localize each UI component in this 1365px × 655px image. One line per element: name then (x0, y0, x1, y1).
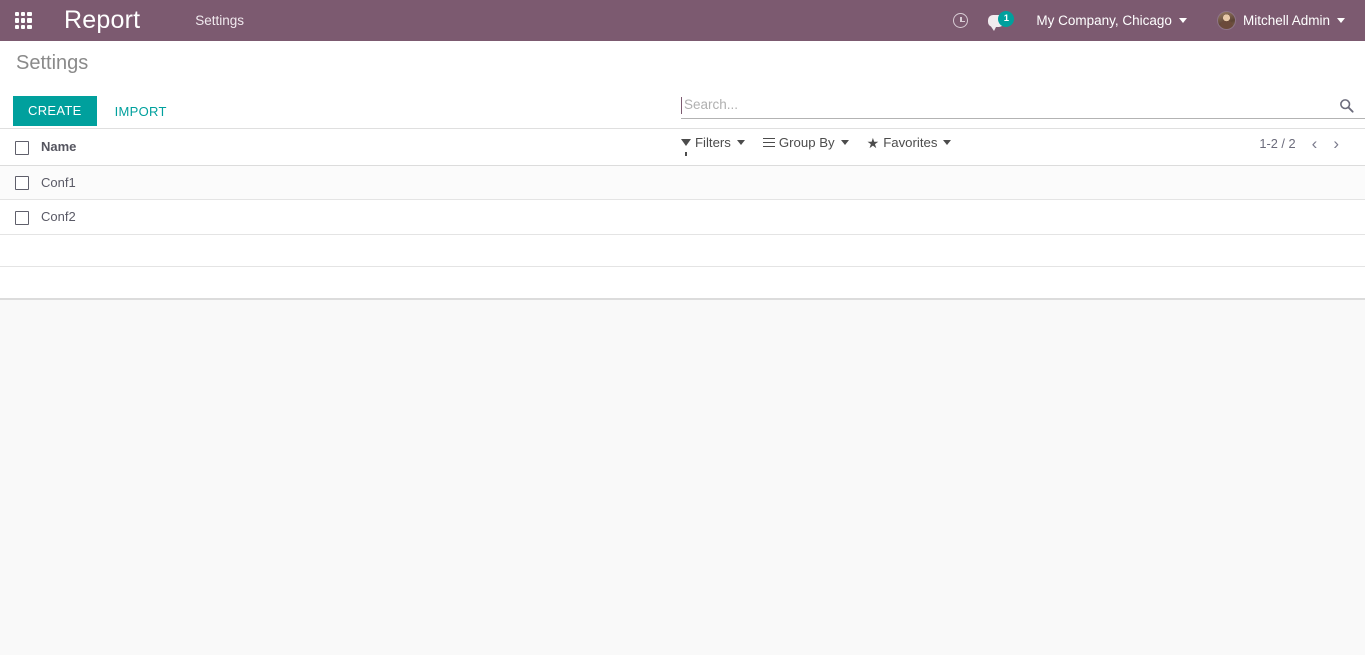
filters-label: Filters (695, 135, 731, 150)
row-select-cell (0, 199, 41, 235)
import-button[interactable]: IMPORT (109, 97, 173, 126)
navbar-right-group: 1 My Company, Chicago Mitchell Admin (943, 0, 1365, 41)
table-body: Conf1 Conf2 (0, 165, 1365, 299)
records-table: Name Conf1 Conf2 (0, 129, 1365, 299)
footer-cell (0, 266, 41, 299)
row-checkbox[interactable] (15, 210, 29, 225)
row-select-cell (0, 165, 41, 201)
chevron-down-icon (736, 140, 745, 145)
favorites-label: Favorites (883, 135, 938, 150)
user-name-label: Mitchell Admin (1242, 13, 1330, 28)
star-icon: ★ (866, 134, 880, 151)
chevron-down-icon (1178, 18, 1187, 23)
avatar (1216, 11, 1236, 30)
page-background (0, 299, 1365, 655)
row-checkbox[interactable] (15, 176, 29, 191)
chevron-down-icon (943, 140, 952, 145)
search-dropdowns: Filters Group By ★ Favorites (681, 135, 969, 156)
pager-count: 1-2 / 2 (1259, 136, 1296, 151)
create-button[interactable]: CREATE (13, 96, 97, 126)
apps-menu-button[interactable] (0, 0, 46, 41)
messages-counter-badge: 1 (998, 10, 1015, 27)
table-footer-row (0, 266, 1365, 299)
control-panel: Settings CREATE IMPORT Filters Group By … (0, 41, 1365, 156)
top-navbar: Report Settings 1 My Company, Chicago Mi… (0, 0, 1365, 41)
chevron-down-icon (840, 140, 849, 145)
group-by-label: Group By (778, 135, 835, 150)
filler-cell (0, 234, 41, 267)
list-lines-icon (762, 137, 775, 148)
list-view: Name Conf1 Conf2 (0, 129, 1365, 300)
filler-cell (41, 234, 1365, 267)
pager-previous-button[interactable]: ‹ (1304, 135, 1326, 152)
footer-cell (41, 266, 1365, 299)
breadcrumb[interactable]: Settings (0, 53, 88, 73)
pager: 1-2 / 2 ‹ › (1259, 135, 1347, 152)
row-name-cell[interactable]: Conf2 (41, 199, 1365, 235)
control-panel-top-row: Settings (0, 41, 1365, 85)
speech-bubble-icon: 1 (988, 10, 1015, 31)
user-menu[interactable]: Mitchell Admin (1209, 0, 1353, 41)
select-all-header-cell (0, 129, 41, 166)
activities-button[interactable] (943, 0, 978, 41)
chevron-down-icon (1337, 18, 1345, 23)
select-all-checkbox[interactable] (15, 140, 29, 155)
table-filler-row (0, 234, 1365, 267)
control-panel-buttons-row: CREATE IMPORT (0, 93, 1365, 129)
app-brand-title[interactable]: Report (64, 8, 140, 33)
company-name-label: My Company, Chicago (1036, 13, 1172, 28)
apps-grid-icon (14, 12, 32, 29)
messages-button[interactable]: 1 (978, 0, 1015, 41)
favorites-dropdown[interactable]: ★ Favorites (867, 135, 952, 150)
clock-icon (953, 13, 969, 28)
company-switcher[interactable]: My Company, Chicago (1028, 0, 1195, 41)
filters-dropdown[interactable]: Filters (681, 135, 745, 156)
table-row[interactable]: Conf2 (0, 199, 1365, 235)
navbar-menu-settings[interactable]: Settings (195, 14, 244, 28)
row-name-cell[interactable]: Conf1 (41, 165, 1365, 201)
pager-next-button[interactable]: › (1325, 135, 1347, 152)
table-row[interactable]: Conf1 (0, 165, 1365, 201)
funnel-icon (681, 139, 691, 156)
group-by-dropdown[interactable]: Group By (762, 135, 849, 150)
